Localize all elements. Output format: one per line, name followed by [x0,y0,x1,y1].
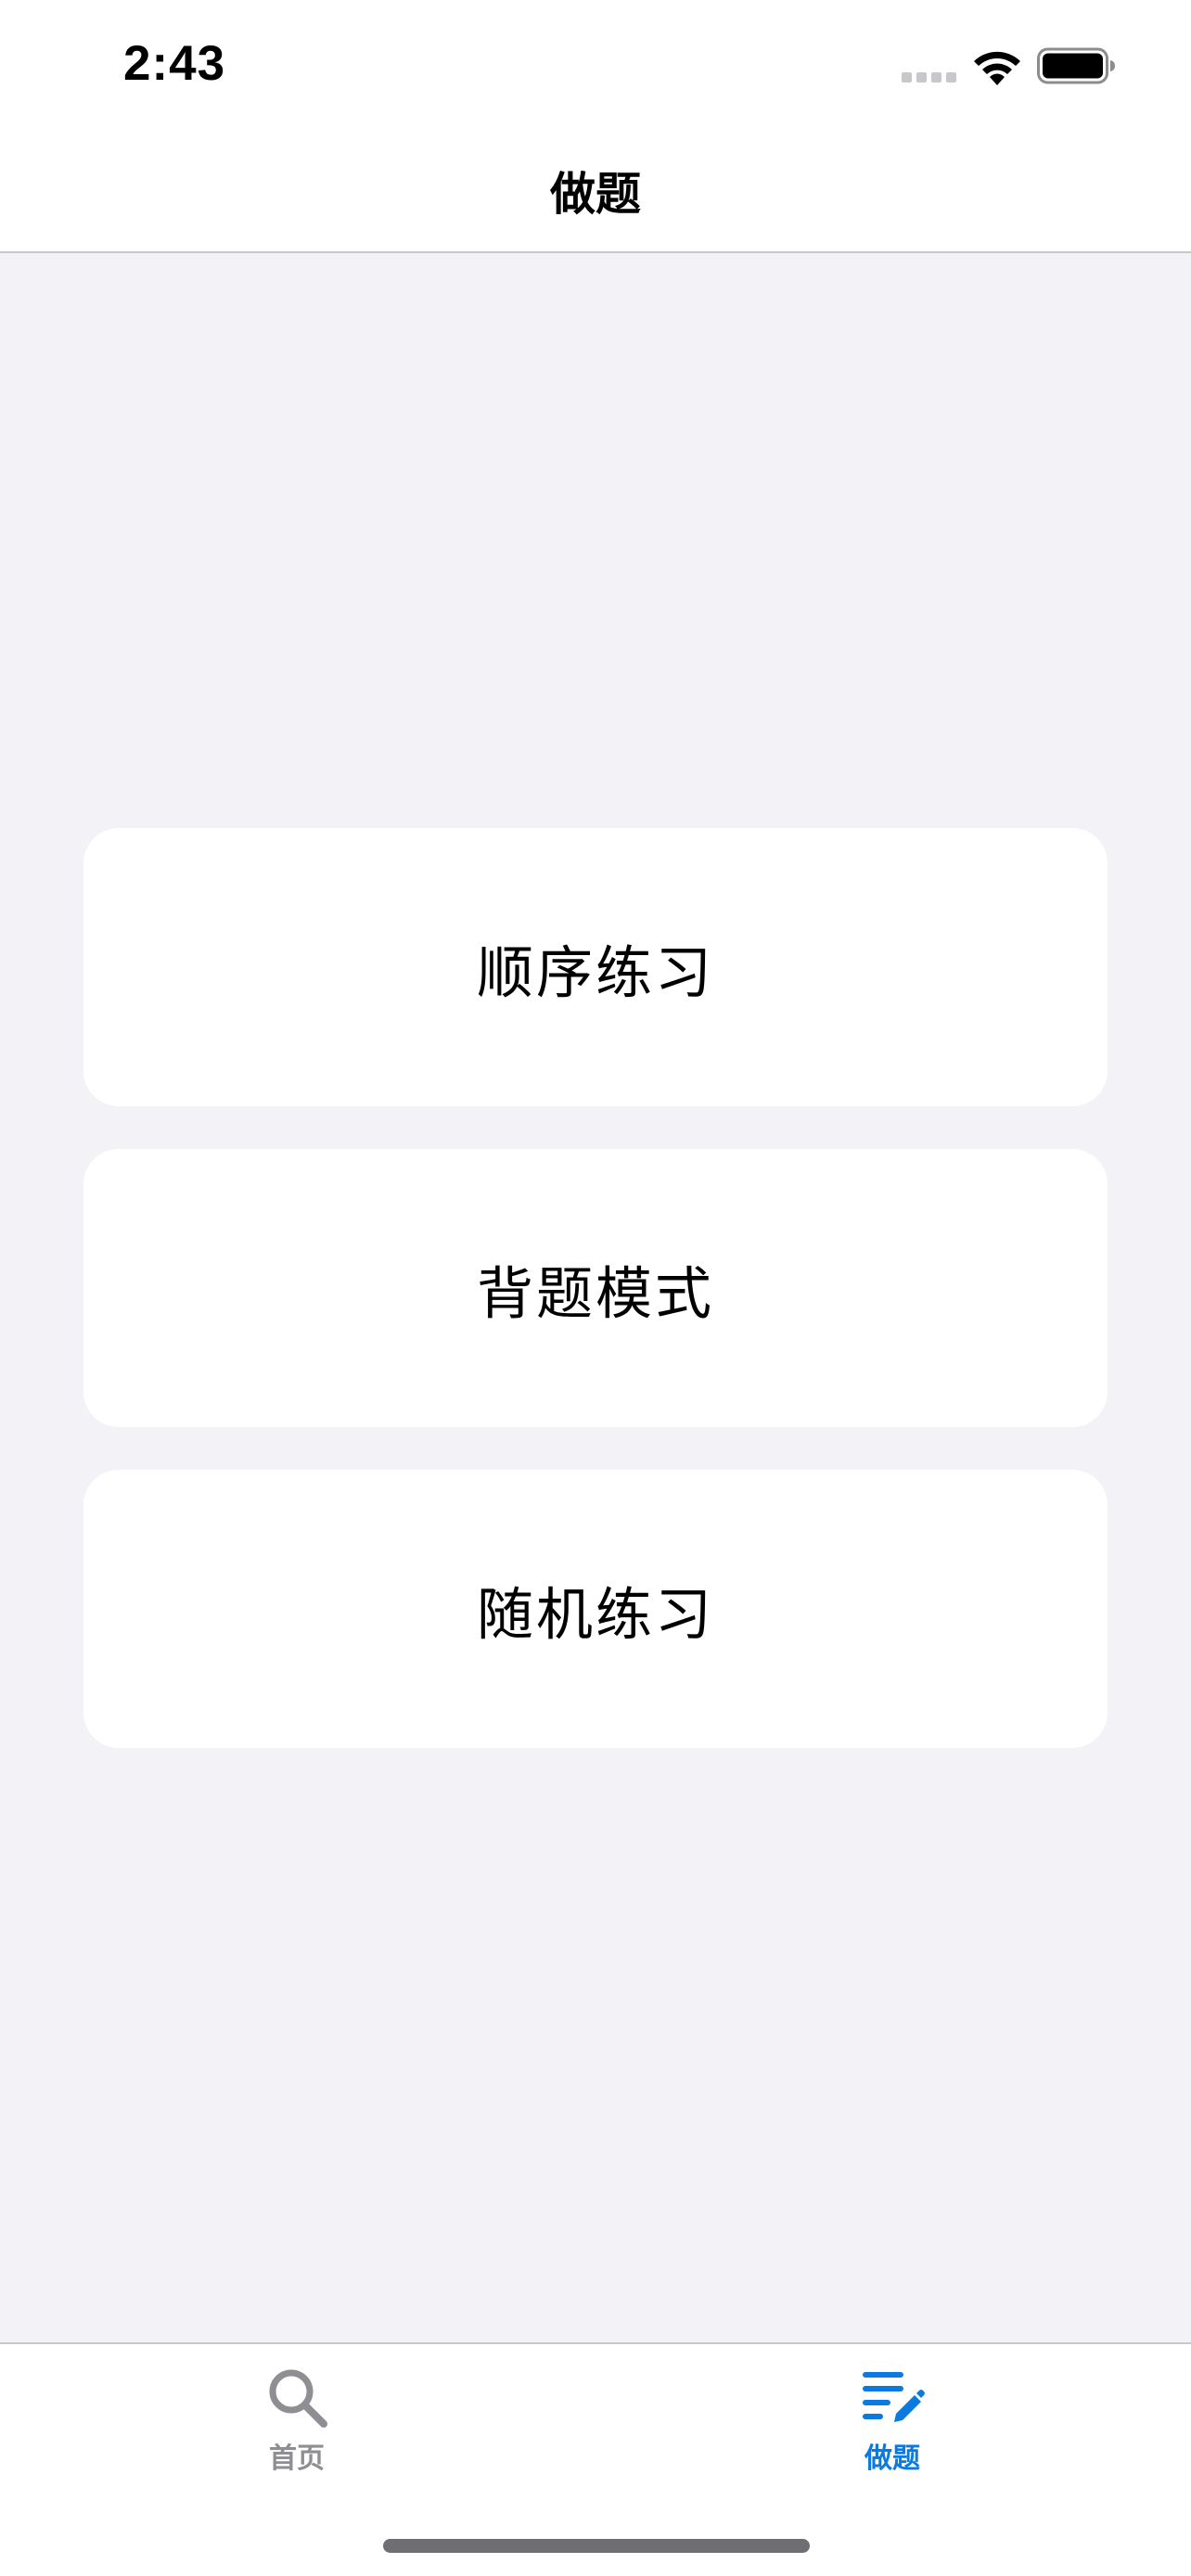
tab-quiz[interactable]: 做题 [800,2365,985,2494]
random-practice-button[interactable]: 随机练习 [83,1470,1108,1748]
memorize-mode-button[interactable]: 背题模式 [83,1149,1108,1427]
home-indicator[interactable] [383,2539,810,2553]
navigation-bar: 做题 [0,130,1191,253]
list-edit-icon [863,2372,925,2422]
status-bar: 2:43 [0,0,1191,130]
page-title: 做题 [549,168,641,221]
wifi-icon [974,51,1020,85]
cellular-signal-icon [902,72,957,85]
practice-mode-menu: 顺序练习 背题模式 随机练习 [83,828,1108,1791]
tab-quiz-label: 做题 [864,2442,920,2475]
tab-home-label: 首页 [269,2442,325,2475]
sequential-practice-button[interactable]: 顺序练习 [83,828,1108,1106]
status-time: 2:43 [123,36,226,91]
battery-icon [1037,47,1115,84]
tab-home[interactable]: 首页 [204,2365,390,2494]
search-icon [269,2369,327,2428]
